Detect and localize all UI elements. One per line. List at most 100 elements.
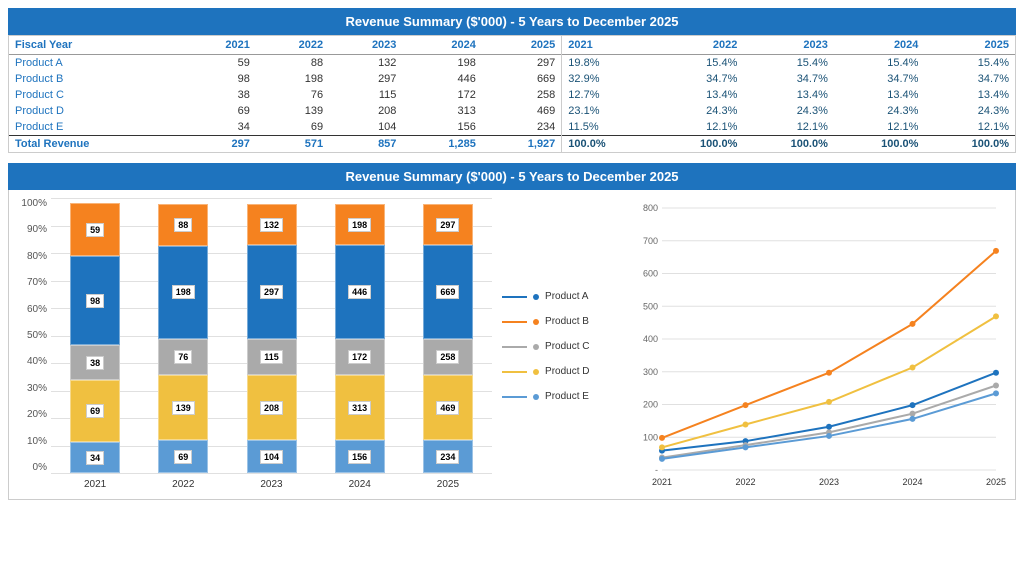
- x-axis-label: 2025: [437, 479, 459, 490]
- bar-stack: 104208115297132: [247, 198, 297, 473]
- table-section: Fiscal Year 2021 2022 2023 2024 2025 Pro…: [8, 35, 1016, 153]
- pct-row: 11.5%12.1%12.1%12.1%12.1%: [562, 119, 1015, 136]
- pct-value: 24.3%: [924, 103, 1015, 119]
- cell-value: 98: [183, 71, 256, 87]
- cell-value: 38: [183, 87, 256, 103]
- pct-value: 12.1%: [743, 119, 834, 136]
- pct-value: 19.8%: [562, 55, 653, 72]
- svg-text:700: 700: [643, 236, 658, 246]
- revenue-table: Fiscal Year 2021 2022 2023 2024 2025 Pro…: [9, 36, 561, 152]
- y-label-70: 70%: [27, 277, 47, 288]
- bar-value-label: 69: [174, 450, 192, 464]
- bar-value-label: 297: [260, 285, 283, 299]
- bar-value-label: 258: [436, 350, 459, 364]
- table-wrapper: Fiscal Year 2021 2022 2023 2024 2025 Pro…: [9, 36, 1015, 152]
- bar-value-label: 198: [348, 218, 371, 232]
- table-row: Product C3876115172258: [9, 87, 561, 103]
- pct-value: 34.7%: [834, 71, 925, 87]
- pct-value: 34.7%: [743, 71, 834, 87]
- table-row: Product D69139208313469: [9, 103, 561, 119]
- cell-value: 446: [402, 71, 481, 87]
- x-axis-labels: 20212022202320242025: [13, 473, 492, 495]
- cell-value: 297: [329, 71, 402, 87]
- pct-value: 34.7%: [924, 71, 1015, 87]
- cell-value: 172: [402, 87, 481, 103]
- line-chart-svg: -100200300400500600700800202120222023202…: [622, 198, 1011, 495]
- legend-line: [502, 346, 527, 348]
- col-2025: 2025: [482, 36, 561, 55]
- pct-value: 32.9%: [562, 71, 653, 87]
- bar-value-label: 469: [436, 401, 459, 415]
- col-2021: 2021: [183, 36, 256, 55]
- cell-value: 208: [329, 103, 402, 119]
- pct-row: 23.1%24.3%24.3%24.3%24.3%: [562, 103, 1015, 119]
- main-container: Revenue Summary ($'000) - 5 Years to Dec…: [0, 0, 1024, 508]
- cell-value: 115: [329, 87, 402, 103]
- cell-value: 104: [329, 119, 402, 136]
- pct-col-2022: 2022: [653, 36, 744, 55]
- bar-value-label: 172: [348, 350, 371, 364]
- pct-value: 13.4%: [743, 87, 834, 103]
- cell-value: 469: [482, 103, 561, 119]
- bar-value-label: 115: [260, 350, 283, 364]
- right-chart-area: Product AProduct BProduct CProduct DProd…: [492, 198, 1011, 495]
- y-label-90: 90%: [27, 224, 47, 235]
- bar-value-label: 198: [172, 285, 195, 299]
- pct-col-2024: 2024: [834, 36, 925, 55]
- bar-stack: 691397619888: [158, 198, 208, 473]
- table-row: Product B98198297446669: [9, 71, 561, 87]
- pct-row: 19.8%15.4%15.4%15.4%15.4%: [562, 55, 1015, 72]
- svg-text:2025: 2025: [986, 477, 1006, 487]
- svg-text:100: 100: [643, 432, 658, 442]
- legend-item: Product C: [502, 341, 612, 352]
- legend-line: [502, 371, 527, 373]
- legend-label: Product D: [545, 366, 589, 377]
- product-label: Product A: [9, 55, 183, 72]
- legend-line: [502, 296, 527, 298]
- cell-value: 234: [482, 119, 561, 136]
- cell-value: 69: [183, 103, 256, 119]
- svg-text:800: 800: [643, 203, 658, 213]
- bar-value-label: 69: [86, 404, 104, 418]
- pct-value: 15.4%: [653, 55, 744, 72]
- cell-value: 132: [329, 55, 402, 72]
- svg-text:-: -: [655, 465, 658, 475]
- svg-text:500: 500: [643, 301, 658, 311]
- legend-label: Product E: [545, 391, 589, 402]
- pct-value: 11.5%: [562, 119, 653, 136]
- y-label-80: 80%: [27, 251, 47, 262]
- bar-value-label: 59: [86, 223, 104, 237]
- svg-text:2024: 2024: [903, 477, 923, 487]
- legend-label: Product B: [545, 316, 589, 327]
- bar-stack: 156313172446198: [335, 198, 385, 473]
- pct-col-2023: 2023: [743, 36, 834, 55]
- product-label: Product D: [9, 103, 183, 119]
- y-label-100: 100%: [21, 198, 47, 209]
- col-2023: 2023: [329, 36, 402, 55]
- pct-row: 12.7%13.4%13.4%13.4%13.4%: [562, 87, 1015, 103]
- cell-value: 313: [402, 103, 481, 119]
- cell-value: 69: [256, 119, 329, 136]
- pct-value: 12.1%: [924, 119, 1015, 136]
- left-table: Fiscal Year 2021 2022 2023 2024 2025 Pro…: [9, 36, 562, 152]
- total-pct-row: 100.0%100.0%100.0%100.0%100.0%: [562, 136, 1015, 153]
- pct-value: 13.4%: [924, 87, 1015, 103]
- bar-value-label: 139: [172, 401, 195, 415]
- svg-text:300: 300: [643, 367, 658, 377]
- pct-value: 15.4%: [834, 55, 925, 72]
- cell-value: 59: [183, 55, 256, 72]
- x-axis-label: 2022: [172, 479, 194, 490]
- product-label: Product E: [9, 119, 183, 136]
- pct-value: 15.4%: [924, 55, 1015, 72]
- product-label: Product B: [9, 71, 183, 87]
- pct-value: 13.4%: [653, 87, 744, 103]
- bar-value-label: 88: [174, 218, 192, 232]
- table-row: Product E3469104156234: [9, 119, 561, 136]
- svg-text:200: 200: [643, 400, 658, 410]
- bar-value-label: 156: [348, 450, 371, 464]
- bar-value-label: 34: [86, 451, 104, 465]
- cell-value: 669: [482, 71, 561, 87]
- pct-value: 12.1%: [834, 119, 925, 136]
- col-2022: 2022: [256, 36, 329, 55]
- chart-section-header: Revenue Summary ($'000) - 5 Years to Dec…: [8, 163, 1016, 190]
